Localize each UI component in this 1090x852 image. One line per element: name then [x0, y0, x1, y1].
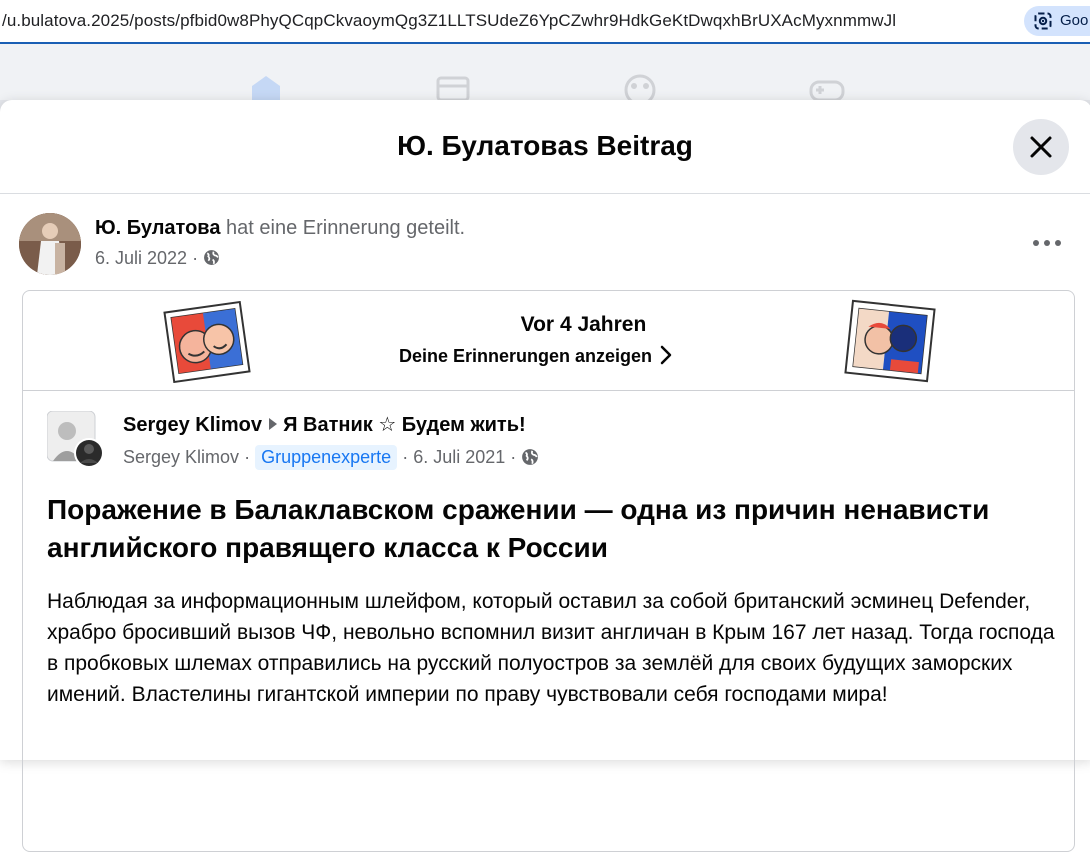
meta-separator: ·	[244, 447, 251, 467]
meta-separator: ·	[510, 447, 517, 467]
modal-header: Ю. Булатовas Beitrag	[0, 100, 1090, 194]
modal-title: Ю. Булатовas Beitrag	[397, 130, 693, 161]
marketplace-icon	[436, 76, 470, 100]
background-nav	[0, 44, 1090, 100]
address-bar: /u.bulatova.2025/posts/pfbid0w8PhyQCqpCk…	[0, 0, 1090, 44]
globe-icon	[522, 449, 539, 465]
shared-post-title: Sergey Klimov Я Ватник ☆ Будем жить!	[123, 412, 526, 437]
group-name[interactable]: Я Ватник ☆ Будем жить!	[283, 414, 526, 436]
memory-banner: Vor 4 Jahren Deine Erinnerungen anzeigen	[23, 291, 1074, 391]
more-icon	[1033, 240, 1061, 246]
lens-label: Goo	[1060, 12, 1089, 29]
post-headline: Поражение в Балаклавском сражении — одна…	[47, 494, 990, 563]
shared-avatar[interactable]	[47, 411, 103, 469]
lens-icon	[1034, 12, 1052, 30]
more-options-button[interactable]	[1030, 236, 1064, 250]
view-memories-link[interactable]: Deine Erinnerungen anzeigen	[399, 345, 672, 367]
triangle-right-icon	[268, 418, 277, 430]
author-action: hat eine Erinnerung geteilt.	[226, 217, 466, 239]
post-date[interactable]: 6. Juli 2022	[95, 248, 187, 268]
post-modal: Ю. Булатовas Beitrag Ю. Булатова hat ein…	[0, 100, 1090, 852]
close-icon	[1030, 136, 1052, 158]
author-name[interactable]: Ю. Булатова	[95, 217, 220, 239]
url-text[interactable]: /u.bulatova.2025/posts/pfbid0w8PhyQCqpCk…	[2, 11, 896, 31]
memory-photo-right	[844, 299, 936, 383]
home-icon	[252, 76, 280, 100]
globe-icon	[204, 250, 220, 265]
meta-separator: ·	[192, 248, 199, 268]
post-meta: 6. Juli 2022 ·	[95, 248, 220, 269]
chevron-right-icon	[660, 345, 672, 365]
shared-author[interactable]: Sergey Klimov	[123, 414, 262, 436]
google-lens-button[interactable]: Goo	[1024, 6, 1090, 36]
memory-card: Vor 4 Jahren Deine Erinnerungen anzeigen	[22, 290, 1075, 852]
groups-icon	[624, 74, 656, 100]
meta-separator: ·	[402, 447, 409, 467]
avatar[interactable]	[19, 213, 81, 275]
shared-date[interactable]: 6. Juli 2021	[413, 447, 505, 467]
gaming-icon	[809, 80, 845, 100]
author-line: Ю. Булатова hat eine Erinnerung geteilt.	[95, 217, 465, 240]
shared-meta: Sergey Klimov · Gruppenexperte · 6. Juli…	[123, 445, 539, 470]
close-button[interactable]	[1013, 119, 1069, 175]
group-expert-badge[interactable]: Gruppenexperte	[255, 445, 398, 470]
shared-sub-author[interactable]: Sergey Klimov	[123, 447, 239, 467]
post-body: Наблюдая за информационным шлейфом, кото…	[47, 590, 1055, 706]
view-memories-label: Deine Erinnerungen anzeigen	[399, 346, 653, 366]
